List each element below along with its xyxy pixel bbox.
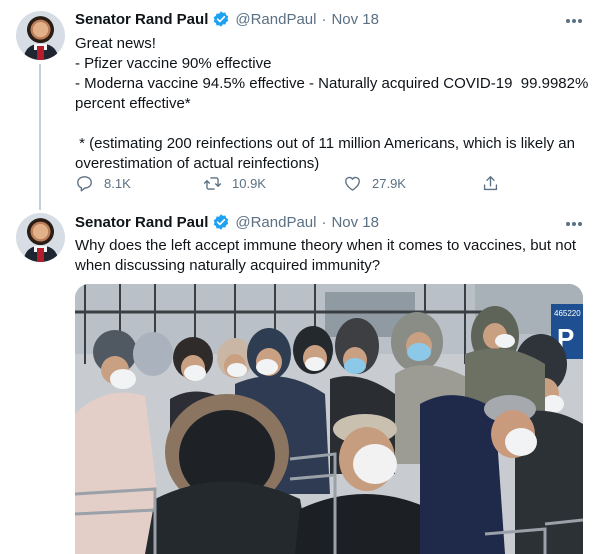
share-button[interactable] bbox=[481, 174, 500, 193]
tweet-line: Why does the left accept immune theory w… bbox=[75, 237, 577, 254]
share-icon bbox=[483, 176, 498, 191]
tweet-actions: 8.1K 10.9K 27.9K bbox=[75, 174, 498, 196]
thread-connector bbox=[39, 64, 41, 210]
vaccine-queue-photo: 465220 P bbox=[75, 284, 583, 554]
like-button[interactable]: 27.9K bbox=[343, 174, 406, 193]
author-name[interactable]: Senator Rand Paul bbox=[75, 11, 208, 28]
author-name[interactable]: Senator Rand Paul bbox=[75, 214, 208, 231]
more-icon[interactable] bbox=[566, 17, 584, 25]
retweet-button[interactable]: 10.9K bbox=[203, 174, 266, 193]
author-handle[interactable]: @RandPaul bbox=[235, 214, 316, 231]
like-icon bbox=[345, 176, 360, 191]
reply-icon bbox=[77, 176, 92, 192]
more-icon[interactable] bbox=[566, 220, 584, 228]
tweet-line: * (estimating 200 reinfections out of 11… bbox=[75, 135, 575, 152]
reply-count: 8.1K bbox=[104, 176, 131, 191]
tweet-line: overestimation of actual reinfections) bbox=[75, 155, 320, 172]
tweet-line: percent effective* bbox=[75, 95, 191, 112]
tweet-line: - Moderna vaccine 94.5% effective - Natu… bbox=[75, 75, 589, 92]
tweet-date[interactable]: Nov 18 bbox=[331, 214, 379, 231]
tweet-line: - Pfizer vaccine 90% effective bbox=[75, 55, 272, 72]
meta-separator: · bbox=[321, 10, 327, 28]
tweet-photo[interactable]: 465220 P bbox=[75, 284, 583, 554]
tweet-line bbox=[75, 114, 585, 134]
meta-separator: · bbox=[321, 213, 327, 231]
avatar[interactable] bbox=[16, 11, 65, 60]
tweet-text: Why does the left accept immune theory w… bbox=[75, 236, 585, 276]
tweet-line: Great news! bbox=[75, 35, 156, 52]
tweet-line: when discussing naturally acquired immun… bbox=[75, 257, 381, 274]
retweet-count: 10.9K bbox=[232, 176, 266, 191]
tweet-header: Senator Rand Paul @RandPaul · Nov 18 bbox=[75, 10, 379, 28]
sign-number: 465220 bbox=[554, 309, 581, 318]
verified-icon bbox=[214, 214, 229, 230]
author-handle[interactable]: @RandPaul bbox=[235, 11, 316, 28]
verified-icon bbox=[214, 11, 229, 27]
tweet-date[interactable]: Nov 18 bbox=[331, 11, 379, 28]
tweet-header: Senator Rand Paul @RandPaul · Nov 18 bbox=[75, 213, 379, 231]
tweet-text: Great news! - Pfizer vaccine 90% effecti… bbox=[75, 34, 589, 174]
reply-button[interactable]: 8.1K bbox=[75, 174, 131, 193]
retweet-icon bbox=[203, 177, 222, 190]
avatar[interactable] bbox=[16, 213, 65, 262]
like-count: 27.9K bbox=[372, 176, 406, 191]
